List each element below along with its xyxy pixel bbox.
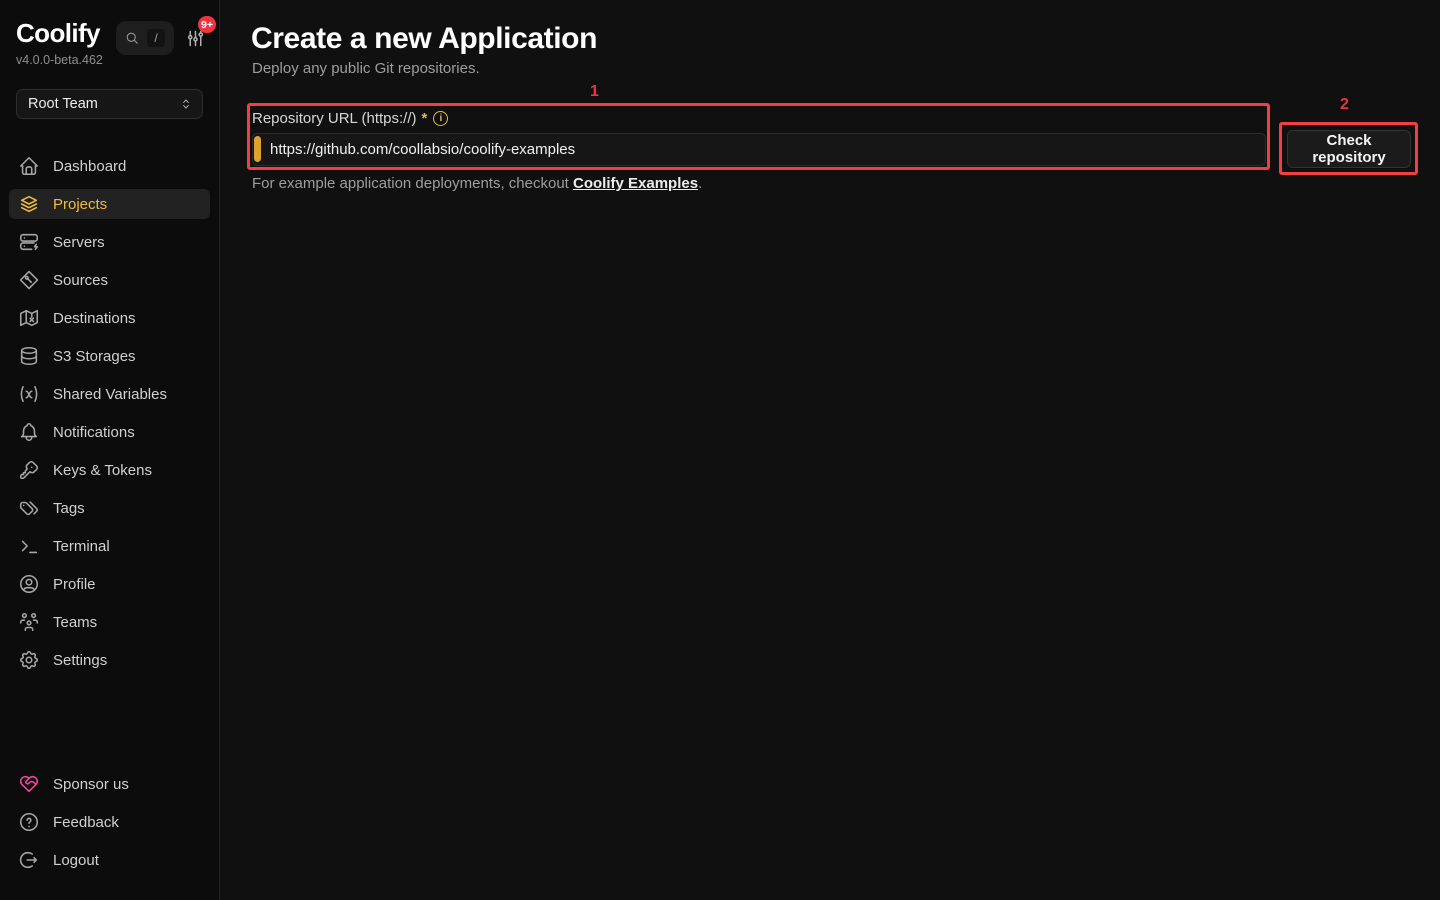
variable-icon [18, 383, 40, 405]
users-group-icon [18, 611, 40, 633]
search-icon [125, 31, 140, 46]
check-repository-button[interactable]: Check repository [1287, 130, 1411, 168]
sidebar: Coolify v4.0.0-beta.462 / 9+ Root Team [0, 0, 220, 900]
sidebar-item-destinations[interactable]: Destinations [9, 303, 210, 333]
annotation-number-1: 1 [590, 83, 599, 101]
sidebar-item-label: Destinations [53, 310, 136, 327]
home-icon [18, 155, 40, 177]
sidebar-item-label: Terminal [53, 538, 110, 555]
bell-icon [18, 421, 40, 443]
sidebar-item-label: Sources [53, 272, 108, 289]
sidebar-item-label: Logout [53, 852, 99, 869]
sidebar-footer-nav: Sponsor us Feedback Logout [0, 769, 219, 875]
sidebar-item-label: Sponsor us [53, 776, 129, 793]
repository-url-field [252, 133, 1266, 166]
heart-hands-icon [18, 773, 40, 795]
sidebar-item-label: Servers [53, 234, 105, 251]
sidebar-item-sponsor-us[interactable]: Sponsor us [9, 769, 210, 799]
git-diamond-icon [18, 269, 40, 291]
app-version: v4.0.0-beta.462 [16, 53, 103, 67]
page-title: Create a new Application [251, 22, 597, 56]
helper-text-suffix: . [698, 175, 702, 192]
sidebar-item-label: Shared Variables [53, 386, 167, 403]
repository-url-label: Repository URL (https://) * i [252, 110, 448, 127]
team-selector-value: Root Team [28, 96, 98, 112]
sidebar-spacer [0, 675, 219, 769]
sidebar-item-logout[interactable]: Logout [9, 845, 210, 875]
sidebar-item-label: S3 Storages [53, 348, 136, 365]
team-selector[interactable]: Root Team [16, 89, 203, 119]
sidebar-item-terminal[interactable]: Terminal [9, 531, 210, 561]
gear-icon [18, 649, 40, 671]
header-actions: / 9+ [116, 21, 206, 55]
repository-url-label-text: Repository URL (https://) [252, 110, 417, 127]
logout-icon [18, 849, 40, 871]
sidebar-item-label: Tags [53, 500, 85, 517]
sidebar-item-label: Teams [53, 614, 97, 631]
map-icon [18, 307, 40, 329]
app-logo: Coolify [16, 18, 103, 48]
sidebar-item-teams[interactable]: Teams [9, 607, 210, 637]
main-content: Create a new Application Deploy any publ… [220, 0, 1440, 900]
sidebar-item-label: Projects [53, 196, 107, 213]
sidebar-item-keys-tokens[interactable]: Keys & Tokens [9, 455, 210, 485]
sidebar-item-dashboard[interactable]: Dashboard [9, 151, 210, 181]
sidebar-item-label: Settings [53, 652, 107, 669]
annotation-number-2: 2 [1340, 96, 1349, 114]
sidebar-item-projects[interactable]: Projects [9, 189, 210, 219]
helper-text: For example application deployments, che… [252, 175, 702, 192]
tag-icon [18, 497, 40, 519]
helper-text-prefix: For example application deployments, che… [252, 175, 573, 192]
sidebar-item-label: Keys & Tokens [53, 462, 152, 479]
sidebar-item-sources[interactable]: Sources [9, 265, 210, 295]
sidebar-item-shared-variables[interactable]: Shared Variables [9, 379, 210, 409]
search-button[interactable]: / [116, 21, 174, 55]
sidebar-item-label: Profile [53, 576, 96, 593]
repository-url-input[interactable] [253, 134, 1265, 165]
required-marker: * [422, 110, 428, 127]
coolify-examples-link[interactable]: Coolify Examples [573, 175, 698, 192]
notification-count-badge[interactable]: 9+ [198, 16, 216, 33]
help-circle-icon [18, 811, 40, 833]
sidebar-item-notifications[interactable]: Notifications [9, 417, 210, 447]
sidebar-item-label: Notifications [53, 424, 135, 441]
logo-block: Coolify v4.0.0-beta.462 [16, 18, 103, 67]
terminal-icon [18, 535, 40, 557]
user-circle-icon [18, 573, 40, 595]
key-icon [18, 459, 40, 481]
layers-icon [18, 193, 40, 215]
sidebar-item-servers[interactable]: Servers [9, 227, 210, 257]
sidebar-item-label: Feedback [53, 814, 119, 831]
sidebar-item-feedback[interactable]: Feedback [9, 807, 210, 837]
notifications-menu-button[interactable]: 9+ [185, 28, 206, 54]
page-subtitle: Deploy any public Git repositories. [252, 60, 480, 77]
sidebar-header: Coolify v4.0.0-beta.462 / 9+ [0, 18, 219, 67]
database-icon [18, 345, 40, 367]
selector-chevrons-icon [179, 97, 193, 111]
slash-key-hint: / [147, 29, 165, 47]
sidebar-item-profile[interactable]: Profile [9, 569, 210, 599]
sidebar-item-label: Dashboard [53, 158, 126, 175]
sidebar-item-tags[interactable]: Tags [9, 493, 210, 523]
info-icon[interactable]: i [433, 111, 448, 126]
server-icon [18, 231, 40, 253]
sidebar-nav: Dashboard Projects Servers Sources Desti… [0, 151, 219, 675]
sidebar-item-s3-storages[interactable]: S3 Storages [9, 341, 210, 371]
sidebar-item-settings[interactable]: Settings [9, 645, 210, 675]
